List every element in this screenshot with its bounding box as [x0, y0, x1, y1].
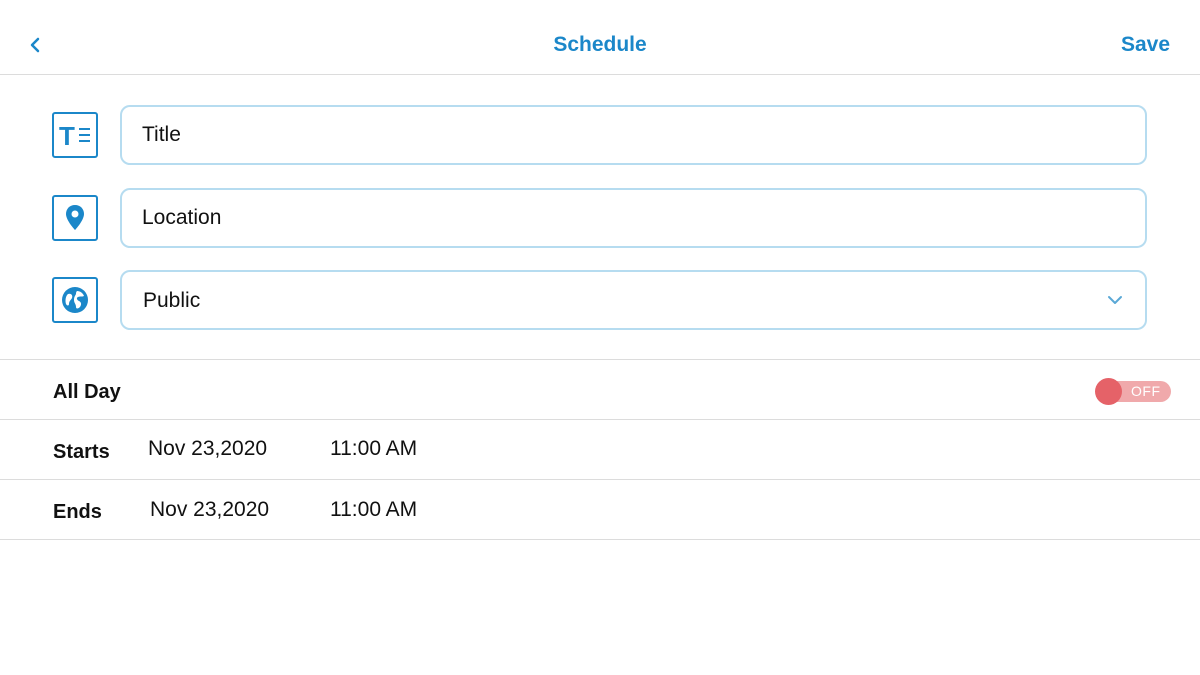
starts-label: Starts — [53, 441, 110, 463]
visibility-select[interactable]: Public — [120, 270, 1147, 330]
globe-icon — [52, 277, 98, 323]
svg-text:T: T — [59, 121, 75, 150]
save-button[interactable]: Save — [1121, 33, 1170, 57]
all-day-toggle[interactable]: OFF — [1095, 378, 1171, 405]
ends-label: Ends — [53, 501, 102, 523]
title-field — [120, 105, 1147, 165]
toggle-knob — [1095, 378, 1122, 405]
divider — [0, 419, 1200, 420]
end-date[interactable]: Nov 23,2020 — [150, 498, 269, 522]
title-input[interactable] — [142, 107, 1102, 163]
toggle-state-label: OFF — [1131, 383, 1161, 399]
title-row: T — [52, 105, 1147, 165]
start-time[interactable]: 11:00 AM — [330, 437, 417, 461]
divider — [0, 539, 1200, 540]
visibility-value: Public — [143, 289, 201, 312]
text-format-icon: T — [52, 112, 98, 158]
location-field — [120, 188, 1147, 248]
app-header: Schedule Save — [0, 0, 1200, 75]
page-title: Schedule — [553, 33, 647, 56]
start-date[interactable]: Nov 23,2020 — [148, 437, 267, 461]
location-pin-icon — [52, 195, 98, 241]
chevron-down-icon — [1108, 296, 1122, 304]
location-row — [52, 188, 1147, 248]
divider — [0, 359, 1200, 360]
location-input[interactable] — [142, 190, 1102, 246]
all-day-label: All Day — [53, 381, 121, 403]
end-time[interactable]: 11:00 AM — [330, 498, 417, 522]
divider — [0, 479, 1200, 480]
visibility-row: Public — [52, 270, 1147, 330]
